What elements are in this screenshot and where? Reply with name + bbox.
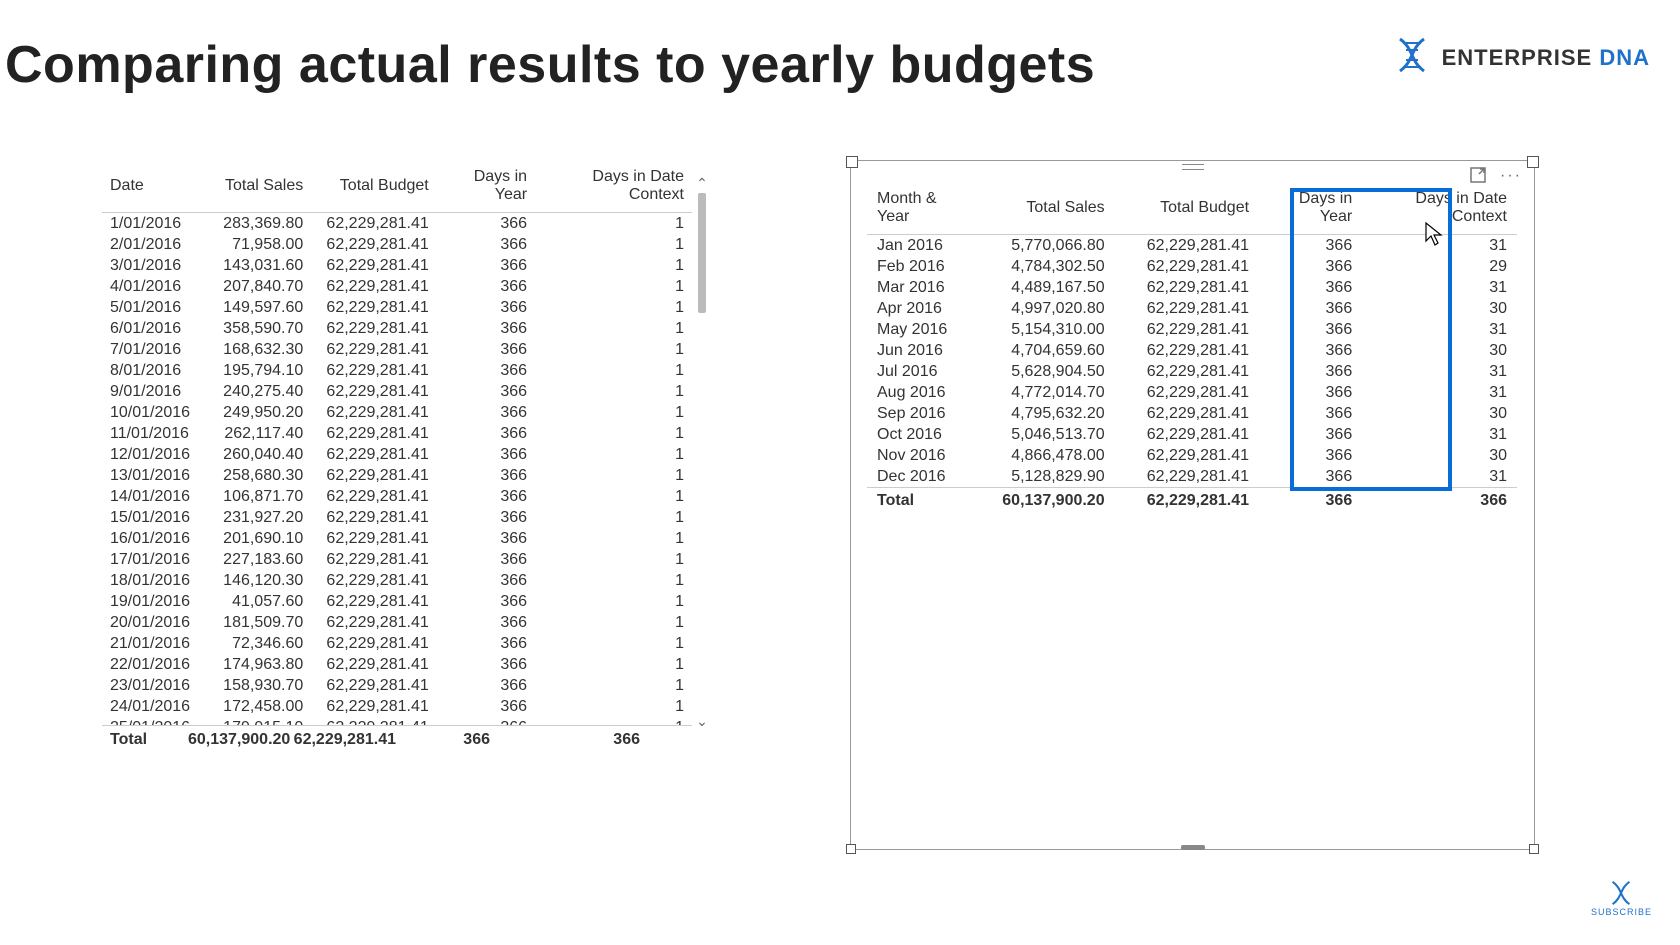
column-header[interactable]: Date bbox=[102, 165, 202, 213]
table-row[interactable]: Mar 20164,489,167.5062,229,281.4136631 bbox=[867, 277, 1517, 298]
monthly-table[interactable]: Month & YearTotal SalesTotal BudgetDays … bbox=[867, 187, 1517, 512]
scroll-up-icon[interactable]: ⌃ bbox=[696, 175, 708, 192]
table-row[interactable]: 23/01/2016158,930.7062,229,281.413661 bbox=[102, 675, 692, 696]
column-header[interactable]: Total Sales bbox=[980, 187, 1114, 235]
table-row[interactable]: Apr 20164,997,020.8062,229,281.4136630 bbox=[867, 298, 1517, 319]
daily-total-row: Total60,137,900.2062,229,281.41366366 bbox=[102, 725, 692, 754]
focus-mode-icon[interactable] bbox=[1470, 167, 1486, 188]
column-header[interactable]: Total Budget bbox=[1115, 187, 1259, 235]
table-row[interactable]: 1/01/2016283,369.8062,229,281.413661 bbox=[102, 213, 692, 235]
table-row[interactable]: Sep 20164,795,632.2062,229,281.4136630 bbox=[867, 403, 1517, 424]
table-row[interactable]: Oct 20165,046,513.7062,229,281.4136631 bbox=[867, 424, 1517, 445]
table-row[interactable]: Aug 20164,772,014.7062,229,281.4136631 bbox=[867, 382, 1517, 403]
table-row[interactable]: 14/01/2016106,871.7062,229,281.413661 bbox=[102, 486, 692, 507]
table-row[interactable]: 24/01/2016172,458.0062,229,281.413661 bbox=[102, 696, 692, 717]
column-header[interactable]: Days in Date Context bbox=[535, 165, 692, 213]
column-header[interactable]: Total Sales bbox=[202, 165, 311, 213]
table-row[interactable]: 10/01/2016249,950.2062,229,281.413661 bbox=[102, 402, 692, 423]
column-header[interactable]: Days in Year bbox=[437, 165, 535, 213]
table-row[interactable]: 6/01/2016358,590.7062,229,281.413661 bbox=[102, 318, 692, 339]
table-row[interactable]: 17/01/2016227,183.6062,229,281.413661 bbox=[102, 549, 692, 570]
table-row[interactable]: Dec 20165,128,829.9062,229,281.4136631 bbox=[867, 466, 1517, 488]
daily-table[interactable]: DateTotal SalesTotal BudgetDays in YearD… bbox=[102, 165, 692, 725]
page-title: Comparing actual results to yearly budge… bbox=[5, 35, 1095, 95]
scroll-thumb[interactable] bbox=[698, 193, 706, 313]
dna-icon bbox=[1392, 35, 1432, 80]
scroll-down-icon[interactable]: ⌄ bbox=[696, 713, 708, 730]
table-row[interactable]: Jul 20165,628,904.5062,229,281.4136631 bbox=[867, 361, 1517, 382]
table-row[interactable]: 25/01/2016179,915.1062,229,281.413661 bbox=[102, 717, 692, 725]
more-options-icon[interactable]: ··· bbox=[1500, 167, 1522, 188]
table-row[interactable]: 15/01/2016231,927.2062,229,281.413661 bbox=[102, 507, 692, 528]
monthly-table-visual[interactable]: ··· Month & YearTotal SalesTotal BudgetD… bbox=[850, 160, 1535, 850]
brand-text: ENTERPRISE DNA bbox=[1442, 45, 1650, 71]
daily-table-visual[interactable]: DateTotal SalesTotal BudgetDays in YearD… bbox=[102, 165, 692, 775]
table-row[interactable]: 2/01/201671,958.0062,229,281.413661 bbox=[102, 234, 692, 255]
table-row[interactable]: Jan 20165,770,066.8062,229,281.4136631 bbox=[867, 235, 1517, 257]
table-row[interactable]: 20/01/2016181,509.7062,229,281.413661 bbox=[102, 612, 692, 633]
subscribe-label: SUBSCRIBE bbox=[1591, 907, 1652, 917]
table-row[interactable]: 5/01/2016149,597.6062,229,281.413661 bbox=[102, 297, 692, 318]
table-row[interactable]: 13/01/2016258,680.3062,229,281.413661 bbox=[102, 465, 692, 486]
column-header[interactable]: Days in Year bbox=[1259, 187, 1362, 235]
table-row[interactable]: 22/01/2016174,963.8062,229,281.413661 bbox=[102, 654, 692, 675]
table-row[interactable]: 19/01/201641,057.6062,229,281.413661 bbox=[102, 591, 692, 612]
daily-scrollbar[interactable]: ⌃ ⌄ bbox=[696, 175, 708, 730]
table-row[interactable]: 9/01/2016240,275.4062,229,281.413661 bbox=[102, 381, 692, 402]
table-row[interactable]: Nov 20164,866,478.0062,229,281.4136630 bbox=[867, 445, 1517, 466]
column-header[interactable]: Days in Date Context bbox=[1362, 187, 1517, 235]
table-row[interactable]: 8/01/2016195,794.1062,229,281.413661 bbox=[102, 360, 692, 381]
total-row: Total60,137,900.2062,229,281.41366366 bbox=[867, 488, 1517, 512]
table-row[interactable]: Feb 20164,784,302.5062,229,281.4136629 bbox=[867, 256, 1517, 277]
table-row[interactable]: Jun 20164,704,659.6062,229,281.4136630 bbox=[867, 340, 1517, 361]
table-row[interactable]: 3/01/2016143,031.6062,229,281.413661 bbox=[102, 255, 692, 276]
table-row[interactable]: 7/01/2016168,632.3062,229,281.413661 bbox=[102, 339, 692, 360]
table-row[interactable]: 11/01/2016262,117.4062,229,281.413661 bbox=[102, 423, 692, 444]
drag-handle-icon[interactable] bbox=[1182, 164, 1204, 170]
table-row[interactable]: 12/01/2016260,040.4062,229,281.413661 bbox=[102, 444, 692, 465]
resize-handle-icon[interactable] bbox=[1181, 845, 1205, 850]
table-row[interactable]: 16/01/2016201,690.1062,229,281.413661 bbox=[102, 528, 692, 549]
table-row[interactable]: 4/01/2016207,840.7062,229,281.413661 bbox=[102, 276, 692, 297]
table-row[interactable]: May 20165,154,310.0062,229,281.4136631 bbox=[867, 319, 1517, 340]
column-header[interactable]: Month & Year bbox=[867, 187, 980, 235]
table-row[interactable]: 21/01/201672,346.6062,229,281.413661 bbox=[102, 633, 692, 654]
brand-logo: ENTERPRISE DNA bbox=[1392, 35, 1650, 80]
subscribe-badge[interactable]: SUBSCRIBE bbox=[1591, 879, 1652, 917]
column-header[interactable]: Total Budget bbox=[311, 165, 437, 213]
table-row[interactable]: 18/01/2016146,120.3062,229,281.413661 bbox=[102, 570, 692, 591]
